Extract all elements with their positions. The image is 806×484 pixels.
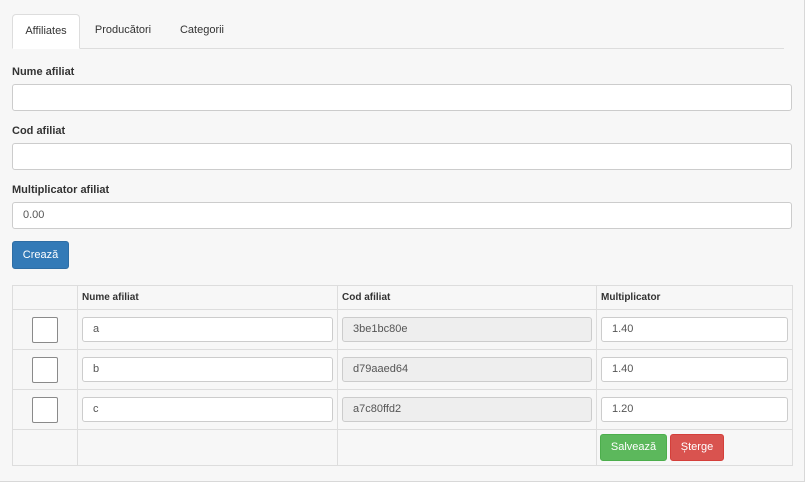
delete-button[interactable]: Șterge <box>670 434 724 461</box>
header-multiplier: Multiplicator <box>596 285 793 310</box>
name-input[interactable] <box>12 84 792 111</box>
code-input[interactable] <box>12 143 792 170</box>
empty-cell <box>77 429 338 466</box>
row-checkbox[interactable] <box>32 396 58 423</box>
name-cell: a <box>77 309 338 350</box>
row-name-input[interactable]: c <box>82 397 333 422</box>
multiplier-cell: 1.40 <box>596 309 793 350</box>
tab-categorii[interactable]: Categorii <box>170 14 234 48</box>
tab-bar: Affiliates Producători Categorii <box>12 14 784 49</box>
code-cell: 3be1bc80e <box>337 309 597 350</box>
row-name-input[interactable]: a <box>82 317 333 342</box>
multiplier-label: Multiplicator afiliat <box>12 184 110 196</box>
multiplier-cell: 1.20 <box>596 389 793 430</box>
row-multiplier-input[interactable]: 1.20 <box>601 397 788 422</box>
code-cell: a7c80ffd2 <box>337 389 597 430</box>
row-code-field: a7c80ffd2 <box>342 397 592 422</box>
row-checkbox[interactable] <box>32 316 58 343</box>
header-code: Cod afiliat <box>337 285 597 310</box>
code-label: Cod afiliat <box>12 125 66 137</box>
header-select <box>12 285 78 310</box>
table-row: c a7c80ffd2 1.20 <box>12 389 793 430</box>
name-cell: c <box>77 389 338 430</box>
code-cell: d79aaed64 <box>337 349 597 390</box>
save-button[interactable]: Salvează <box>600 434 667 461</box>
empty-cell <box>337 429 597 466</box>
row-code-field: 3be1bc80e <box>342 317 592 342</box>
affiliates-panel: Affiliates Producători Categorii Nume af… <box>0 0 805 482</box>
affiliates-table: Nume afiliat Cod afiliat Multiplicator a… <box>12 285 793 466</box>
name-label: Nume afiliat <box>12 66 75 78</box>
select-cell <box>12 309 78 350</box>
row-multiplier-input[interactable]: 1.40 <box>601 317 788 342</box>
empty-cell <box>12 429 78 466</box>
row-multiplier-input[interactable]: 1.40 <box>601 357 788 382</box>
table-row: a 3be1bc80e 1.40 <box>12 309 793 350</box>
header-name: Nume afiliat <box>77 285 338 310</box>
name-cell: b <box>77 349 338 390</box>
row-code-field: d79aaed64 <box>342 357 592 382</box>
row-name-input[interactable]: b <box>82 357 333 382</box>
tab-producatori[interactable]: Producători <box>84 14 162 48</box>
tab-affiliates[interactable]: Affiliates <box>12 14 80 49</box>
select-cell <box>12 349 78 390</box>
create-button[interactable]: Crează <box>12 241 69 269</box>
row-checkbox[interactable] <box>32 356 58 383</box>
multiplier-input[interactable]: 0.00 <box>12 202 792 229</box>
actions-cell: Salvează Șterge <box>596 429 793 466</box>
table-header-row: Nume afiliat Cod afiliat Multiplicator <box>12 285 793 310</box>
select-cell <box>12 389 78 430</box>
table-actions-row: Salvează Șterge <box>12 429 793 466</box>
multiplier-cell: 1.40 <box>596 349 793 390</box>
table-row: b d79aaed64 1.40 <box>12 349 793 390</box>
